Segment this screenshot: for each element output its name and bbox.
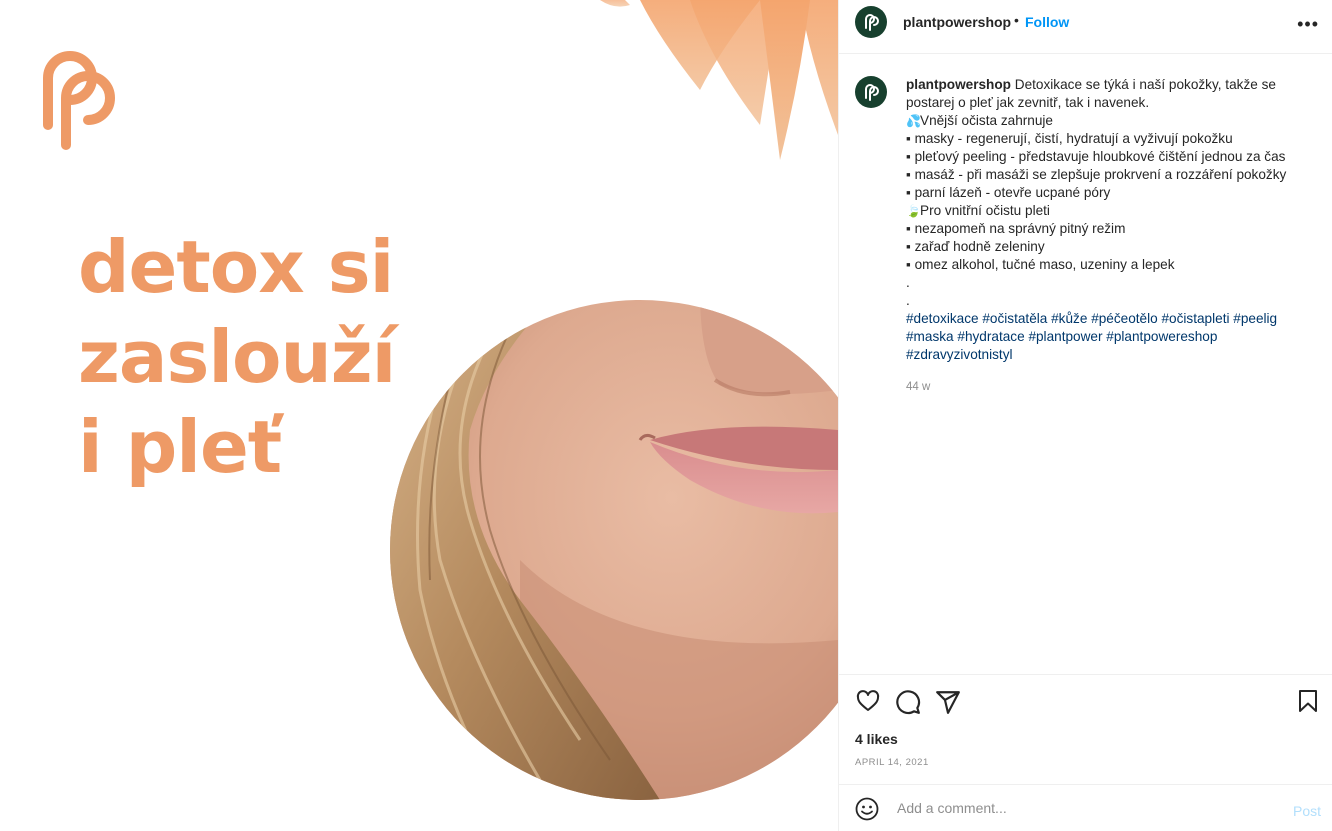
post-header: plantpowershop • Follow ••• <box>839 0 1332 54</box>
hashtag-link[interactable]: #plantpower <box>1028 329 1102 344</box>
caption-line-text: Vnější očista zahrnuje <box>920 113 1053 128</box>
hashtag-link[interactable]: #peelig <box>1233 311 1277 326</box>
hashtag-link[interactable]: #plantpowereshop <box>1106 329 1217 344</box>
hashtag-link[interactable]: #očistapleti <box>1161 311 1229 326</box>
hashtag-list: #detoxikace #očistatěla #kůže #péčeotělo… <box>906 310 1316 364</box>
header-username[interactable]: plantpowershop <box>903 14 1011 30</box>
caption-line: ▪ pleťový peeling - představuje hloubkov… <box>906 149 1286 164</box>
post-headline: detox si zaslouží i pleť <box>78 222 396 492</box>
caption-avatar[interactable] <box>855 76 887 108</box>
likes-count[interactable]: 4 likes <box>855 731 898 747</box>
caption-line: postarej o pleť jak zevnitř, tak i naven… <box>906 95 1150 110</box>
headline-line-1: detox si <box>78 225 394 309</box>
comment-bar: Post <box>839 784 1332 831</box>
headline-line-3: i pleť <box>78 405 282 489</box>
caption-line: 💦Vnější očista zahrnuje <box>906 112 1316 130</box>
bookmark-icon[interactable] <box>1297 689 1319 713</box>
caption-line-text: Detoxikace se týká i naší pokožky, takže… <box>1014 77 1276 92</box>
hashtag-link[interactable]: #maska <box>906 329 954 344</box>
droplets-icon: 💦 <box>906 114 921 128</box>
caption-line: ▪ masáž - při masáži se zlepšuje prokrve… <box>906 167 1287 182</box>
brand-logo-icon <box>865 84 879 101</box>
more-horizontal-icon[interactable]: ••• <box>1297 14 1319 35</box>
action-bar: 4 likes APRIL 14, 2021 <box>839 674 1332 784</box>
hashtag-link[interactable]: #očistatěla <box>982 311 1047 326</box>
brand-logo-icon <box>865 14 879 31</box>
comment-input[interactable] <box>895 795 1269 821</box>
avatar[interactable] <box>855 6 887 38</box>
emoji-icon[interactable] <box>855 797 879 821</box>
hashtag-link[interactable]: #péčeotělo <box>1091 311 1158 326</box>
caption-timestamp[interactable]: 44 w <box>906 378 1316 396</box>
leaf-decoration <box>600 0 838 160</box>
leaf-icon: 🍃 <box>906 204 921 218</box>
caption-line: ▪ parní lázeň - otevře ucpané póry <box>906 185 1111 200</box>
caption-line-text: Pro vnitřní očistu pleti <box>920 203 1050 218</box>
comment-icon[interactable] <box>895 689 921 715</box>
caption-username[interactable]: plantpowershop <box>906 77 1011 92</box>
caption-line: plantpowershop Detoxikace se týká i naší… <box>906 76 1316 94</box>
face-photo <box>390 300 838 800</box>
headline-line-2: zaslouží <box>78 315 396 399</box>
hashtag-link[interactable]: #zdravyzivotnistyl <box>906 347 1013 362</box>
post-detail-panel: plantpowershop • Follow ••• plantpowersh… <box>838 0 1332 831</box>
caption-text: plantpowershop Detoxikace se týká i naší… <box>906 76 1316 396</box>
post-date: APRIL 14, 2021 <box>855 757 929 768</box>
caption-line: ▪ zařaď hodně zeleniny <box>906 239 1045 254</box>
brand-logo <box>43 51 115 150</box>
hashtag-link[interactable]: #kůže <box>1051 311 1087 326</box>
follow-button[interactable]: Follow <box>1025 14 1069 30</box>
caption-line: . <box>906 275 910 290</box>
hashtag-link[interactable]: #detoxikace <box>906 311 979 326</box>
hashtag-link[interactable]: #hydratace <box>957 329 1024 344</box>
caption-line: ▪ nezapomeň na správný pitný režim <box>906 221 1126 236</box>
share-icon[interactable] <box>935 689 961 715</box>
post-image[interactable]: detox si zaslouží i pleť <box>0 0 838 831</box>
caption-line: ▪ masky - regenerují, čistí, hydratují a… <box>906 131 1233 146</box>
post-comment-button[interactable]: Post <box>1293 803 1321 819</box>
heart-icon[interactable] <box>855 689 881 713</box>
separator-dot: • <box>1014 12 1019 28</box>
caption-line: ▪ omez alkohol, tučné maso, uzeniny a le… <box>906 257 1175 272</box>
caption-line: . <box>906 293 910 308</box>
caption-line: 🍃Pro vnitřní očistu pleti <box>906 202 1316 220</box>
